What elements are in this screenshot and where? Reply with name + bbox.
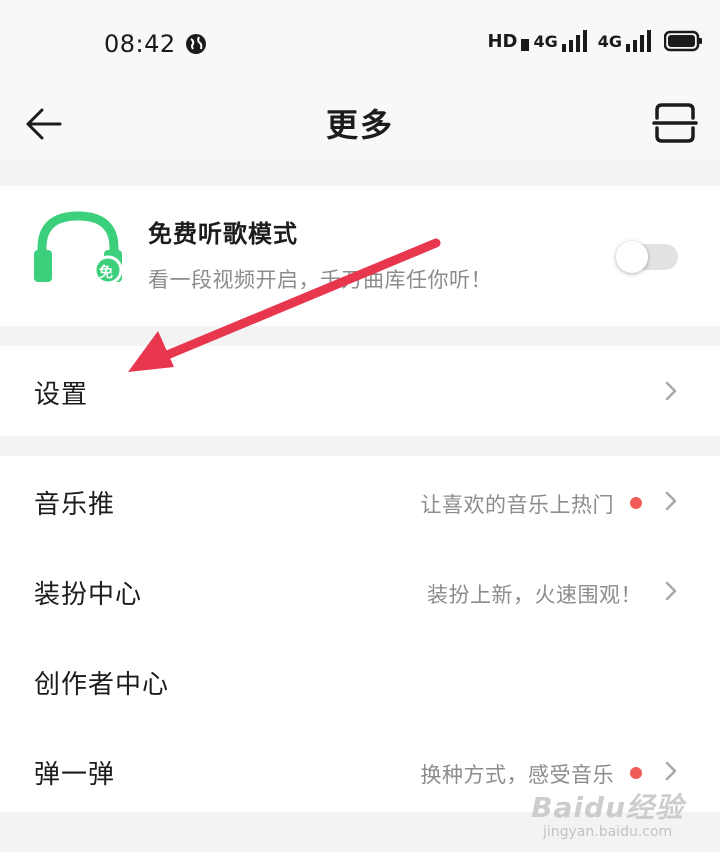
chevron-right-icon: [665, 581, 677, 601]
menu-item-label: 装扮中心: [34, 580, 143, 610]
menu-item-music-push[interactable]: 音乐推 让喜欢的音乐上热门: [0, 456, 720, 546]
menu-item-creator[interactable]: 创作者中心: [0, 636, 720, 726]
watermark-logo: Baidu经验: [531, 791, 684, 824]
menu-item-desc: 让喜欢的音乐上热门: [420, 493, 614, 517]
menu-item-dress-up[interactable]: 装扮中心 装扮上新，火速围观！: [0, 546, 720, 636]
settings-row[interactable]: 设置: [0, 346, 720, 436]
menu-item-label: 音乐推: [34, 490, 116, 520]
notification-dot: [630, 497, 642, 509]
signal-icon: [626, 30, 651, 52]
settings-label: 设置: [34, 380, 89, 410]
menu-item-desc: 换种方式，感受音乐: [420, 763, 614, 787]
notification-dot: [630, 767, 642, 779]
menu-item-label: 弹一弹: [34, 760, 116, 790]
menu-item-label: 创作者中心: [34, 670, 170, 700]
free-mode-card: 免 免费听歌模式 看一段视频开启，千万曲库任你听！: [0, 186, 720, 326]
signal-icon: [561, 30, 587, 52]
baidu-watermark: Baidu经验 jingyan.baidu.com: [531, 786, 684, 840]
menu-item-desc: 装扮上新，火速围观！: [427, 583, 642, 607]
free-mode-subtitle: 看一段视频开启，千万曲库任你听！: [148, 268, 492, 292]
signal2-label: 4G: [597, 31, 622, 51]
watermark-url: jingyan.baidu.com: [542, 824, 673, 840]
page-title: 更多: [325, 106, 394, 144]
free-badge: 免: [99, 265, 113, 281]
free-mode-title: 免费听歌模式: [148, 220, 298, 248]
chevron-right-icon: [665, 491, 677, 511]
status-time: 08:42: [104, 30, 176, 58]
menu-list: 音乐推 让喜欢的音乐上热门 装扮中心 装扮上新，火速围观！ 创作者中心 弹一弹 …: [0, 456, 720, 812]
chevron-right-icon: [665, 381, 677, 401]
status-right: HD 4G 4G: [487, 30, 704, 52]
header: 更多: [0, 88, 720, 160]
status-bar: 08:42 HD 4G 4G: [0, 0, 720, 88]
chevron-right-icon: [665, 761, 677, 781]
headphone-icon: [34, 211, 123, 284]
scan-icon[interactable]: [652, 100, 698, 146]
hd-badge-icon: [521, 39, 530, 51]
signal1-label: 4G: [533, 31, 558, 51]
toggle-knob: [616, 241, 648, 273]
battery-icon: [664, 30, 702, 52]
globe-icon: [186, 34, 206, 54]
hd-label: HD: [487, 30, 518, 52]
free-mode-toggle[interactable]: [616, 241, 678, 273]
